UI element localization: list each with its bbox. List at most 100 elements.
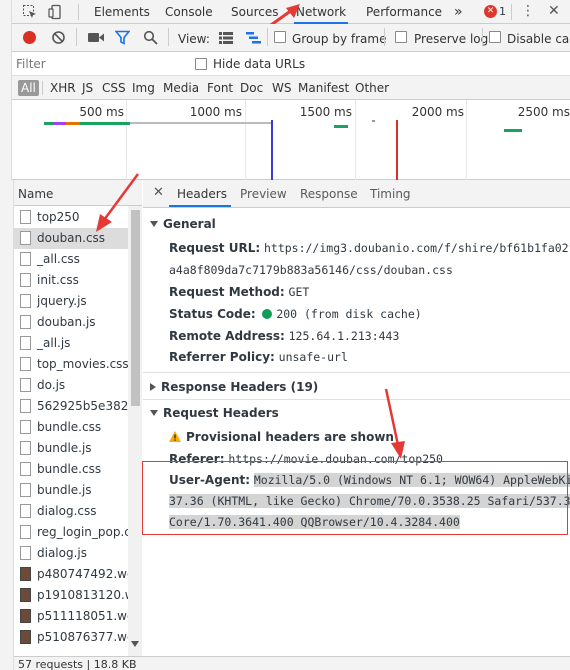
tick-label: 2500 ms	[517, 105, 570, 119]
document-icon	[20, 252, 31, 266]
type-filter-font[interactable]: Font	[207, 81, 233, 95]
response-headers-section-toggle[interactable]: Response Headers (19)	[150, 380, 318, 394]
request-headers-section-toggle[interactable]: Request Headers	[150, 406, 279, 420]
type-filter-doc[interactable]: Doc	[240, 81, 263, 95]
section-divider	[143, 399, 570, 400]
request-row[interactable]: dialog.css	[14, 501, 128, 522]
remote-address-value: 125.64.1.213:443	[288, 329, 400, 343]
request-row[interactable]: p511118051.web	[14, 606, 128, 627]
request-name: p511118051.web	[37, 609, 128, 623]
referrer-policy-key: Referrer Policy:	[169, 350, 275, 364]
tab-timing[interactable]: Timing	[370, 187, 411, 201]
request-row[interactable]: bundle.js	[14, 438, 128, 459]
tab-elements[interactable]: Elements	[92, 0, 152, 24]
settings-menu-icon[interactable]: ⋮	[521, 3, 535, 19]
request-row[interactable]: bundle.css	[14, 459, 128, 480]
annotation-highlight-box	[142, 461, 568, 535]
clear-icon[interactable]	[51, 30, 66, 45]
timeline-bar	[372, 120, 375, 122]
status-code-row: Status Code: 200 (from disk cache)	[169, 307, 422, 321]
remote-address-key: Remote Address:	[169, 329, 285, 343]
preserve-log-checkbox[interactable]	[395, 31, 407, 43]
request-row[interactable]: reg_login_pop.cs	[14, 522, 128, 543]
type-filter-ws[interactable]: WS	[272, 81, 291, 95]
type-filter-other[interactable]: Other	[355, 81, 389, 95]
filter-bar: Hide data URLs	[0, 52, 570, 76]
request-name: _all.css	[37, 252, 80, 266]
request-headers-title: Request Headers	[163, 406, 279, 420]
request-row[interactable]: _all.css	[14, 249, 128, 270]
type-filter-manifest[interactable]: Manifest	[298, 81, 349, 95]
tab-preview[interactable]: Preview	[240, 187, 287, 201]
inspect-element-icon[interactable]	[22, 4, 38, 20]
image-thumbnail-icon	[20, 588, 31, 602]
more-tabs-chevron[interactable]: »	[452, 0, 465, 24]
type-filter-js[interactable]: JS	[82, 81, 93, 95]
hide-data-urls-checkbox[interactable]	[195, 58, 207, 70]
document-icon	[20, 441, 31, 455]
request-row[interactable]: bundle.js	[14, 480, 128, 501]
request-row[interactable]: top_movies.css	[14, 354, 128, 375]
type-filter-all[interactable]: All	[18, 80, 39, 96]
search-icon[interactable]	[143, 30, 158, 45]
detail-tab-bar: ✕ Headers Preview Response Timing	[143, 180, 570, 208]
request-row[interactable]: p510876377.web	[14, 627, 128, 648]
request-row[interactable]: _all.js	[14, 333, 128, 354]
tab-performance[interactable]: Performance	[364, 0, 444, 24]
type-filter-css[interactable]: CSS	[102, 81, 126, 95]
timeline-bar	[66, 122, 80, 125]
screenshot-camera-icon[interactable]	[88, 32, 104, 43]
tab-response[interactable]: Response	[300, 187, 358, 201]
scroll-down-arrow-icon[interactable]	[131, 641, 139, 647]
panel-gutter	[0, 180, 14, 670]
request-name: douban.js	[37, 315, 96, 329]
request-row[interactable]: p480747492.web	[14, 564, 128, 585]
general-section-toggle[interactable]: General	[150, 217, 216, 231]
filter-funnel-icon[interactable]	[115, 30, 130, 45]
document-icon	[20, 210, 31, 224]
document-icon	[20, 294, 31, 308]
request-row[interactable]: dialog.js	[14, 543, 128, 564]
request-row[interactable]: p1910813120.we	[14, 585, 128, 606]
error-count[interactable]: 1	[499, 5, 506, 18]
type-filter-media[interactable]: Media	[163, 81, 199, 95]
divider	[384, 28, 385, 46]
type-filter-img[interactable]: Img	[132, 81, 155, 95]
request-name: do.js	[37, 378, 66, 392]
request-row[interactable]: 562925b5e38247	[14, 396, 128, 417]
request-row[interactable]: douban.js	[14, 312, 128, 333]
status-code-value: 200 (from disk cache)	[276, 307, 422, 321]
request-name: init.css	[37, 273, 79, 287]
annotation-arrow	[384, 388, 405, 459]
request-name: bundle.css	[37, 420, 102, 434]
document-icon	[20, 336, 31, 350]
record-icon[interactable]	[23, 31, 36, 44]
disable-cache-checkbox[interactable]	[489, 31, 501, 43]
request-url-value-continued: a4a8f809da7c7179b883a56146/css/douban.cs…	[169, 263, 453, 277]
close-details-icon[interactable]: ✕	[153, 185, 164, 200]
request-name: bundle.js	[37, 483, 92, 497]
device-toolbar-icon[interactable]	[48, 4, 64, 20]
provisional-warning: Provisional headers are shown	[169, 430, 394, 444]
timeline-bar	[130, 122, 272, 124]
type-filter-xhr[interactable]: XHR	[50, 81, 76, 95]
tab-console[interactable]: Console	[163, 0, 215, 24]
panel-gutter	[0, 0, 12, 180]
request-row[interactable]: jquery.js	[14, 291, 128, 312]
image-thumbnail-icon	[20, 609, 31, 623]
tab-headers[interactable]: Headers	[177, 187, 227, 201]
request-row[interactable]: init.css	[14, 270, 128, 291]
request-name: bundle.css	[37, 462, 102, 476]
scrollbar-thumb[interactable]	[131, 210, 140, 406]
close-icon[interactable]: ✕	[548, 2, 560, 20]
filter-input[interactable]	[16, 55, 182, 73]
document-icon	[20, 273, 31, 287]
request-name: bundle.js	[37, 441, 92, 455]
document-icon	[20, 357, 31, 371]
request-row[interactable]: bundle.css	[14, 417, 128, 438]
document-icon	[20, 420, 31, 434]
large-rows-icon[interactable]	[219, 32, 233, 44]
request-row[interactable]: do.js	[14, 375, 128, 396]
error-icon[interactable]: ✕	[484, 5, 497, 18]
status-code-key: Status Code:	[169, 307, 256, 321]
